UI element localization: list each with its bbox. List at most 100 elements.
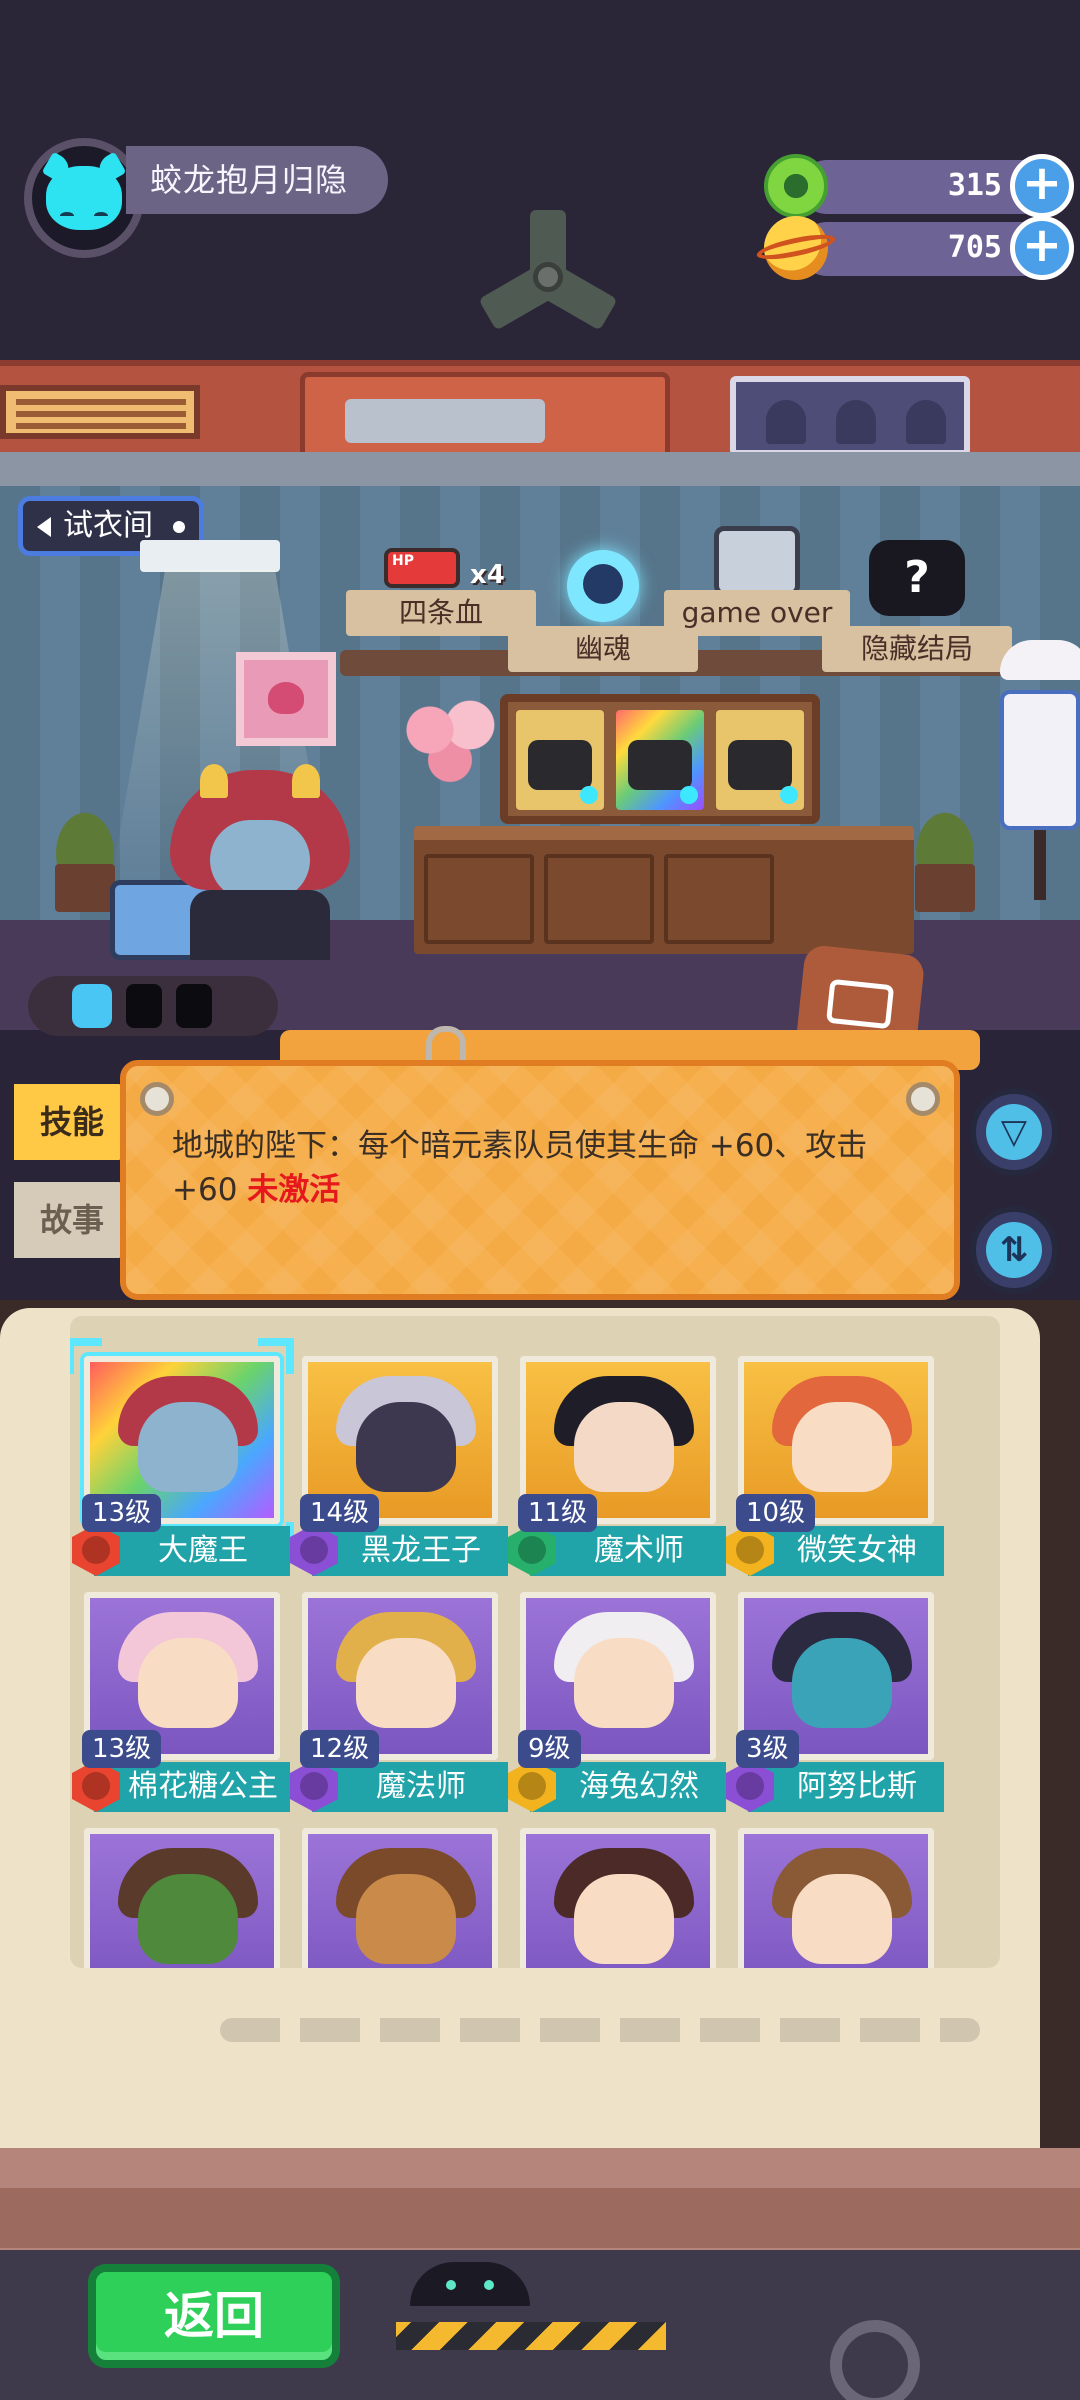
green-coin-counter: 315 + (764, 154, 1074, 218)
blurred-caption (220, 2018, 980, 2042)
character-portrait (738, 1828, 934, 1968)
pin-icon (906, 1082, 940, 1116)
gem-icon (580, 786, 598, 804)
plant-leaves (900, 790, 990, 870)
selection-corner (70, 1338, 102, 1374)
cabinet-slot[interactable] (516, 710, 604, 810)
character-horn (292, 764, 320, 798)
character-card[interactable]: 海兔幻然 9级 (508, 1592, 726, 1812)
cards-icon (825, 978, 895, 1030)
character-card[interactable]: 黑龙王子 14级 (290, 1356, 508, 1576)
element-badge-core (82, 1536, 110, 1564)
character-card[interactable]: 棉花糖公主 13级 (72, 1592, 290, 1812)
hazard-stripe (396, 2322, 666, 2350)
vent-slat (16, 399, 186, 405)
tab-story[interactable]: 故事 (14, 1182, 134, 1258)
character-name: 黑龙王子 (312, 1526, 508, 1576)
character-level: 9级 (518, 1730, 581, 1768)
sailor-hat (1000, 640, 1080, 680)
mannequin-stand (1034, 830, 1046, 900)
energy-bar (28, 976, 278, 1036)
mystery-box-icon: ? (869, 540, 965, 616)
character-card[interactable] (726, 1828, 942, 1968)
character-name: 魔术师 (530, 1526, 726, 1576)
character-cloak (190, 890, 330, 960)
character-name: 微笑女神 (748, 1526, 944, 1576)
selection-corner (258, 1338, 294, 1374)
vent-slat (16, 411, 186, 417)
character-face (210, 820, 310, 900)
character-card[interactable] (72, 1828, 288, 1968)
green-coin-icon (764, 154, 828, 218)
fan-hub (533, 262, 563, 292)
arcade-console (300, 372, 670, 460)
energy-bolt-icon (72, 984, 112, 1028)
swap-arrows-icon: ⇅ (986, 1222, 1042, 1278)
plant-pot (55, 864, 115, 912)
console-grill (345, 399, 545, 443)
element-badge-core (518, 1536, 546, 1564)
vent-slat (16, 423, 186, 429)
add-green-coin-button[interactable]: + (1010, 154, 1074, 218)
character-level: 3级 (736, 1730, 799, 1768)
filter-icon: ▽ (986, 1104, 1042, 1160)
character-card[interactable] (508, 1828, 724, 1968)
character-card[interactable]: 阿努比斯 3级 (726, 1592, 944, 1812)
cat-avatar-icon (46, 166, 122, 230)
shop-desk (414, 826, 914, 954)
character-face (574, 1638, 674, 1728)
sign-dot (173, 521, 185, 533)
sailor-outfit-mannequin (980, 640, 1080, 900)
character-name: 海兔幻然 (530, 1762, 726, 1812)
character-level: 13级 (82, 1494, 162, 1532)
character-face (138, 1402, 238, 1492)
energy-slot-empty (176, 984, 212, 1028)
sort-button[interactable]: ⇅ (970, 1206, 1058, 1294)
plant-leaves (40, 790, 130, 870)
tab-skill[interactable]: 技能 (14, 1084, 134, 1160)
ceiling-fan-icon (470, 200, 620, 350)
planet-gem-value: 705 (947, 230, 1002, 265)
character-level: 10级 (736, 1494, 816, 1532)
add-planet-gem-button[interactable]: + (1010, 216, 1074, 280)
character-face (356, 1638, 456, 1728)
locked-item (628, 740, 692, 790)
element-badge-core (736, 1772, 764, 1800)
character-horn (200, 764, 228, 798)
filter-button[interactable]: ▽ (970, 1088, 1058, 1176)
character-card[interactable]: 魔法师 12级 (290, 1592, 508, 1812)
vent-panel (0, 385, 200, 439)
character-card[interactable]: 微笑女神 10级 (726, 1356, 944, 1576)
character-grid: 大魔王 13级 黑龙王子 14级 魔术师 11级 微笑女神 10级 棉花糖公主 13级 魔法师 12级… (70, 1316, 1000, 1968)
character-card[interactable] (290, 1828, 506, 1968)
character-portrait (302, 1828, 498, 1968)
desk-drawer (424, 854, 534, 944)
character-card[interactable]: 魔术师 11级 (508, 1356, 726, 1576)
shelf-ledge (0, 452, 1080, 486)
element-badge-core (518, 1772, 546, 1800)
planet-gem-counter: 705 + (755, 216, 1074, 280)
cabinet-slot[interactable] (616, 710, 704, 810)
return-button[interactable]: 返回 (88, 2264, 340, 2368)
character-level: 14级 (300, 1494, 380, 1532)
character-portrait (84, 1828, 280, 1968)
skill-description: 地城的陛下：每个暗元素队员使其生命 +60、攻击 +60 未激活 (172, 1124, 932, 1212)
character-face (356, 1402, 456, 1492)
element-badge-core (300, 1536, 328, 1564)
hp-count: x4 (470, 560, 505, 590)
character-face (356, 1874, 456, 1964)
character-portrait (520, 1828, 716, 1968)
character-level: 11级 (518, 1494, 598, 1532)
character-card[interactable]: 大魔王 13级 (70, 1338, 294, 1576)
ghost-icon (906, 400, 946, 444)
selected-character-preview (160, 760, 360, 960)
character-level: 13级 (82, 1730, 162, 1768)
locked-item (728, 740, 792, 790)
character-face (138, 1874, 238, 1964)
character-name: 棉花糖公主 (94, 1762, 290, 1812)
hp-battery-icon: HP (384, 548, 460, 588)
desk-drawer (664, 854, 774, 944)
ceiling-lamp (140, 540, 280, 572)
character-face (574, 1402, 674, 1492)
cabinet-slot[interactable] (716, 710, 804, 810)
